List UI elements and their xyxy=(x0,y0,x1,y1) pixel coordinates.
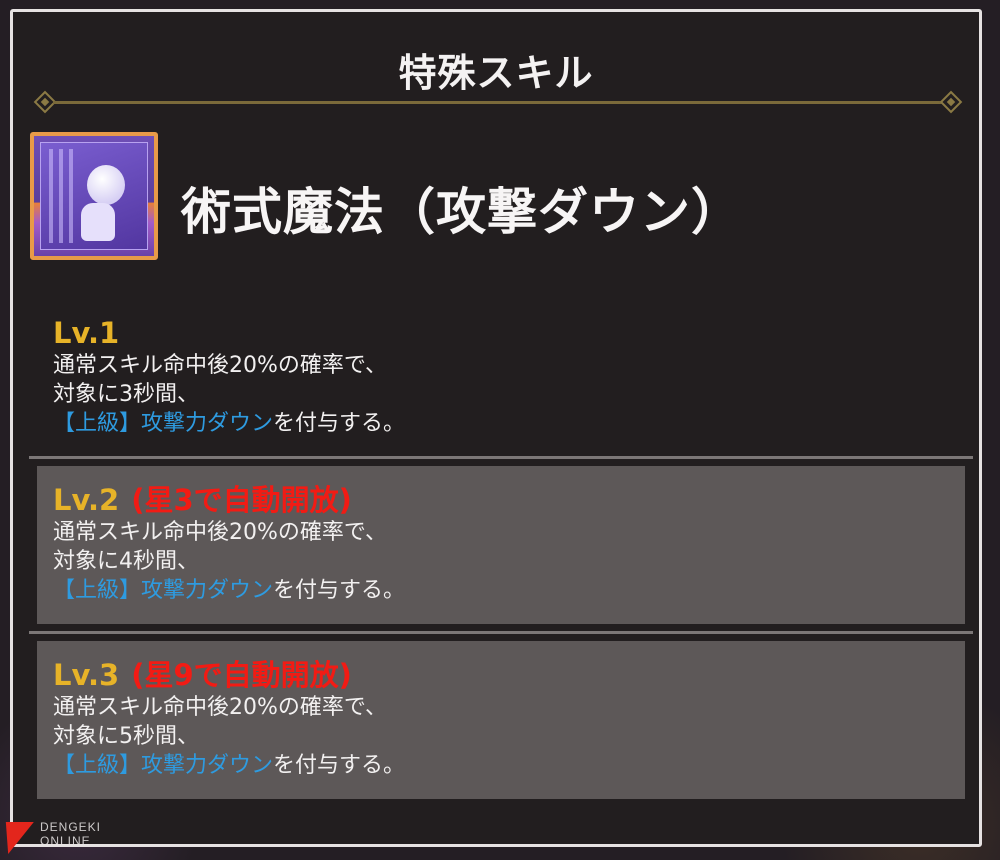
effect-keyword: 攻撃力ダウン xyxy=(141,578,274,603)
level-description-line: 対象に4秒間、 xyxy=(53,549,199,574)
level-effect-line: 【上級】攻撃力ダウンを付与する。 xyxy=(53,409,933,438)
level-effect-line: 【上級】攻撃力ダウンを付与する。 xyxy=(53,751,933,780)
special-skill-panel: 特殊スキル 術式魔法（攻撃ダウン） Lv.1 通常スキル命中後20%の確率で、 … xyxy=(10,9,982,847)
level-description-line: 対象に5秒間、 xyxy=(53,724,199,749)
level-description-line: 通常スキル命中後20%の確率で、 xyxy=(53,353,388,378)
character-body-icon xyxy=(81,203,115,241)
level-2-entry: Lv.2 (星3で自動開放) 通常スキル命中後20%の確率で、 対象に4秒間、 【… xyxy=(53,482,933,605)
lightning-bolt-icon xyxy=(0,822,34,854)
effect-tail: を付与する。 xyxy=(273,753,406,778)
level-description-line: 対象に3秒間、 xyxy=(53,382,199,407)
level-separator xyxy=(29,631,973,634)
panel-title: 特殊スキル xyxy=(398,51,594,95)
divider-ornament-right-icon xyxy=(939,90,963,114)
skill-icon xyxy=(30,132,158,260)
character-head-icon xyxy=(87,165,125,205)
effect-keyword: 攻撃力ダウン xyxy=(141,411,274,436)
level-label: Lv.2 xyxy=(53,483,120,517)
watermark-line-1: DENGEKI xyxy=(40,820,102,834)
unlock-condition: (星9で自動開放) xyxy=(131,658,352,692)
level-description-line: 通常スキル命中後20%の確率で、 xyxy=(53,520,388,545)
level-3-entry: Lv.3 (星9で自動開放) 通常スキル命中後20%の確率で、 対象に5秒間、 【… xyxy=(53,657,933,780)
effect-grade: 【上級】 xyxy=(53,411,142,436)
effect-tail: を付与する。 xyxy=(273,411,406,436)
level-1-entry: Lv.1 通常スキル命中後20%の確率で、 対象に3秒間、 【上級】攻撃力ダウン… xyxy=(53,315,933,438)
effect-grade: 【上級】 xyxy=(53,578,142,603)
level-label: Lv.3 xyxy=(53,658,120,692)
level-separator xyxy=(29,456,973,459)
level-label: Lv.1 xyxy=(53,316,120,350)
effect-grade: 【上級】 xyxy=(53,753,142,778)
unlock-condition: (星3で自動開放) xyxy=(131,483,352,517)
watermark-line-2: ONLINE xyxy=(40,834,91,848)
level-description-line: 通常スキル命中後20%の確率で、 xyxy=(53,695,388,720)
level-effect-line: 【上級】攻撃力ダウンを付与する。 xyxy=(53,576,933,605)
effect-tail: を付与する。 xyxy=(273,578,406,603)
dengeki-online-watermark: DENGEKI ONLINE xyxy=(0,818,140,860)
effect-keyword: 攻撃力ダウン xyxy=(141,753,274,778)
skill-name: 術式魔法（攻撃ダウン） xyxy=(181,183,742,241)
title-divider xyxy=(33,90,963,114)
